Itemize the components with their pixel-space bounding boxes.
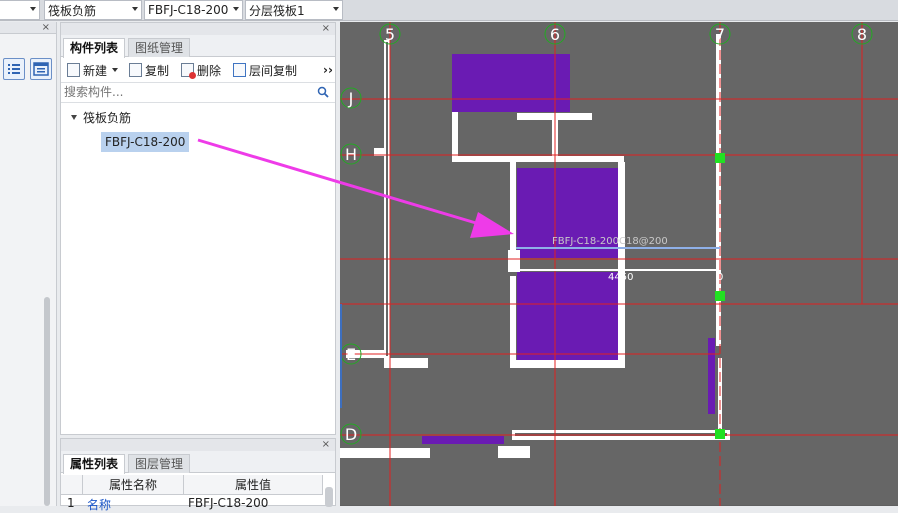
arrow-head-icon (470, 212, 514, 238)
annotation-arrow-icon (197, 138, 487, 228)
annotation-arrow-overlay (197, 138, 514, 238)
